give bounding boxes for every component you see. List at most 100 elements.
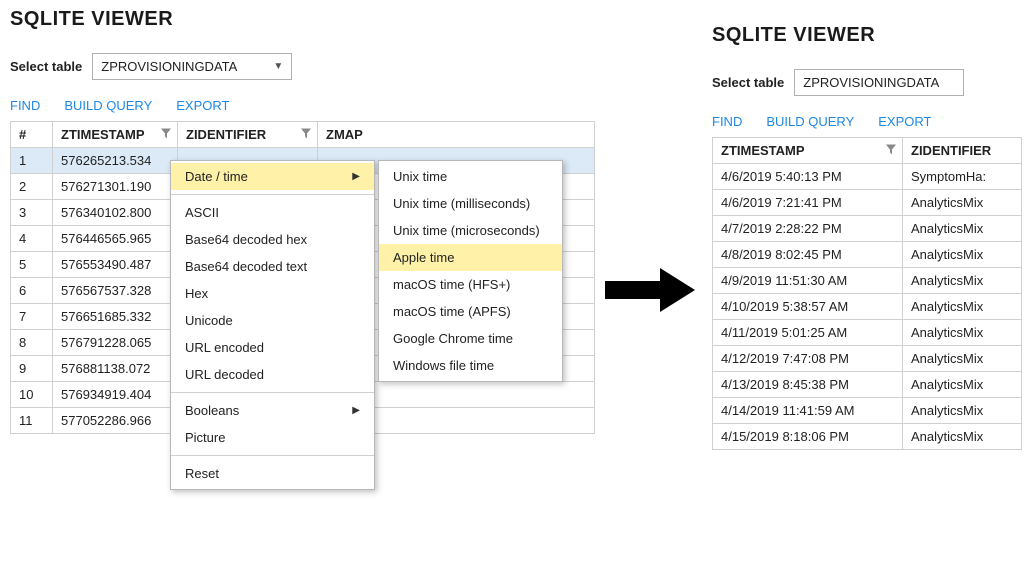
table-cell[interactable]: 4 [11, 226, 53, 252]
find-link[interactable]: FIND [10, 98, 40, 113]
menu-item-picture[interactable]: Picture [171, 424, 374, 451]
table-cell[interactable]: 576934919.404 [53, 382, 178, 408]
table-row[interactable]: 4/7/2019 2:28:22 PMAnalyticsMix [713, 216, 1022, 242]
table-cell[interactable]: AnalyticsMix [903, 320, 1022, 346]
table-cell[interactable]: 576567537.328 [53, 278, 178, 304]
submenu-item-win[interactable]: Windows file time [379, 352, 562, 379]
table-cell[interactable]: 576340102.800 [53, 200, 178, 226]
action-bar: FIND BUILD QUERY EXPORT [10, 98, 595, 113]
build-query-link[interactable]: BUILD QUERY [766, 114, 854, 129]
table-row[interactable]: 4/10/2019 5:38:57 AMAnalyticsMix [713, 294, 1022, 320]
menu-item-urldec[interactable]: URL decoded [171, 361, 374, 388]
table-cell[interactable]: AnalyticsMix [903, 372, 1022, 398]
app-title: SQLITE VIEWER [712, 24, 1022, 47]
table-cell[interactable]: 4/10/2019 5:38:57 AM [713, 294, 903, 320]
table-cell[interactable]: 1 [11, 148, 53, 174]
table-cell[interactable]: 8 [11, 330, 53, 356]
menu-item-reset[interactable]: Reset [171, 460, 374, 487]
table-cell[interactable]: 7 [11, 304, 53, 330]
export-link[interactable]: EXPORT [176, 98, 229, 113]
table-row[interactable]: 4/12/2019 7:47:08 PMAnalyticsMix [713, 346, 1022, 372]
table-cell[interactable]: 576553490.487 [53, 252, 178, 278]
table-cell[interactable]: 6 [11, 278, 53, 304]
col-header-zmap[interactable]: ZMAP [318, 122, 595, 148]
table-cell[interactable]: AnalyticsMix [903, 424, 1022, 450]
build-query-link[interactable]: BUILD QUERY [64, 98, 152, 113]
menu-item-b64hex[interactable]: Base64 decoded hex [171, 226, 374, 253]
table-row[interactable]: 4/8/2019 8:02:45 PMAnalyticsMix [713, 242, 1022, 268]
filter-icon[interactable] [161, 128, 171, 141]
find-link[interactable]: FIND [712, 114, 742, 129]
arrow-icon [605, 265, 695, 315]
table-cell[interactable]: 4/13/2019 8:45:38 PM [713, 372, 903, 398]
table-cell[interactable]: AnalyticsMix [903, 398, 1022, 424]
filter-icon[interactable] [301, 128, 311, 141]
table-select[interactable]: ZPROVISIONINGDATA ▼ [92, 53, 292, 80]
table-cell[interactable]: 4/6/2019 5:40:13 PM [713, 164, 903, 190]
table-cell[interactable]: AnalyticsMix [903, 294, 1022, 320]
table-cell[interactable]: 4/8/2019 8:02:45 PM [713, 242, 903, 268]
menu-item-unicode[interactable]: Unicode [171, 307, 374, 334]
filter-icon[interactable] [886, 144, 896, 157]
table-cell[interactable]: 2 [11, 174, 53, 200]
format-context-menu: Date / time ▶ ASCII Base64 decoded hex B… [170, 160, 375, 490]
table-cell[interactable]: 576265213.534 [53, 148, 178, 174]
table-cell[interactable]: 576271301.190 [53, 174, 178, 200]
table-select[interactable]: ZPROVISIONINGDATA [794, 69, 964, 96]
menu-item-urlenc[interactable]: URL encoded [171, 334, 374, 361]
table-cell[interactable]: 576651685.332 [53, 304, 178, 330]
table-row[interactable]: 4/15/2019 8:18:06 PMAnalyticsMix [713, 424, 1022, 450]
table-cell[interactable]: 5 [11, 252, 53, 278]
menu-item-hex[interactable]: Hex [171, 280, 374, 307]
chevron-right-icon: ▶ [352, 171, 360, 182]
menu-item-ascii[interactable]: ASCII [171, 199, 374, 226]
submenu-item-unix[interactable]: Unix time [379, 163, 562, 190]
table-cell[interactable]: AnalyticsMix [903, 190, 1022, 216]
table-row[interactable]: 4/6/2019 5:40:13 PMSymptomHa: [713, 164, 1022, 190]
table-cell[interactable]: AnalyticsMix [903, 346, 1022, 372]
table-cell[interactable]: AnalyticsMix [903, 216, 1022, 242]
table-cell[interactable]: 4/12/2019 7:47:08 PM [713, 346, 903, 372]
table-cell[interactable]: AnalyticsMix [903, 268, 1022, 294]
datetime-submenu: Unix time Unix time (milliseconds) Unix … [378, 160, 563, 382]
col-header-num[interactable]: # [11, 122, 53, 148]
table-cell[interactable]: 11 [11, 408, 53, 434]
table-cell[interactable]: 576881138.072 [53, 356, 178, 382]
col-header-zidentifier[interactable]: ZIDENTIFIER [178, 122, 318, 148]
table-cell[interactable]: AnalyticsMix [903, 242, 1022, 268]
submenu-item-apple[interactable]: Apple time [379, 244, 562, 271]
submenu-item-apfs[interactable]: macOS time (APFS) [379, 298, 562, 325]
table-cell[interactable]: 4/15/2019 8:18:06 PM [713, 424, 903, 450]
table-cell[interactable]: 577052286.966 [53, 408, 178, 434]
submenu-item-chrome[interactable]: Google Chrome time [379, 325, 562, 352]
table-cell[interactable]: 4/11/2019 5:01:25 AM [713, 320, 903, 346]
submenu-item-unixus[interactable]: Unix time (microseconds) [379, 217, 562, 244]
col-header-ztimestamp[interactable]: ZTIMESTAMP [53, 122, 178, 148]
table-row[interactable]: 4/6/2019 7:21:41 PMAnalyticsMix [713, 190, 1022, 216]
table-row[interactable]: 4/13/2019 8:45:38 PMAnalyticsMix [713, 372, 1022, 398]
table-cell[interactable]: 4/14/2019 11:41:59 AM [713, 398, 903, 424]
menu-separator [171, 392, 374, 393]
table-cell[interactable]: 9 [11, 356, 53, 382]
table-cell[interactable]: SymptomHa: [903, 164, 1022, 190]
table-cell[interactable]: 3 [11, 200, 53, 226]
table-row[interactable]: 4/14/2019 11:41:59 AMAnalyticsMix [713, 398, 1022, 424]
table-row[interactable]: 4/9/2019 11:51:30 AMAnalyticsMix [713, 268, 1022, 294]
table-cell[interactable]: 4/7/2019 2:28:22 PM [713, 216, 903, 242]
table-row[interactable]: 4/11/2019 5:01:25 AMAnalyticsMix [713, 320, 1022, 346]
submenu-item-hfs[interactable]: macOS time (HFS+) [379, 271, 562, 298]
action-bar: FIND BUILD QUERY EXPORT [712, 114, 1022, 129]
export-link[interactable]: EXPORT [878, 114, 931, 129]
menu-item-booleans[interactable]: Booleans ▶ [171, 397, 374, 424]
table-cell[interactable]: 4/6/2019 7:21:41 PM [713, 190, 903, 216]
table-cell[interactable]: 4/9/2019 11:51:30 AM [713, 268, 903, 294]
table-cell[interactable]: 10 [11, 382, 53, 408]
col-header-zidentifier[interactable]: ZIDENTIFIER [903, 138, 1022, 164]
menu-item-b64txt[interactable]: Base64 decoded text [171, 253, 374, 280]
submenu-item-unixms[interactable]: Unix time (milliseconds) [379, 190, 562, 217]
menu-item-datetime[interactable]: Date / time ▶ [171, 163, 374, 190]
right-data-table: ZTIMESTAMP ZIDENTIFIER 4/6/2019 5:40:13 … [712, 137, 1022, 450]
col-header-ztimestamp[interactable]: ZTIMESTAMP [713, 138, 903, 164]
table-cell[interactable]: 576791228.065 [53, 330, 178, 356]
table-cell[interactable]: 576446565.965 [53, 226, 178, 252]
